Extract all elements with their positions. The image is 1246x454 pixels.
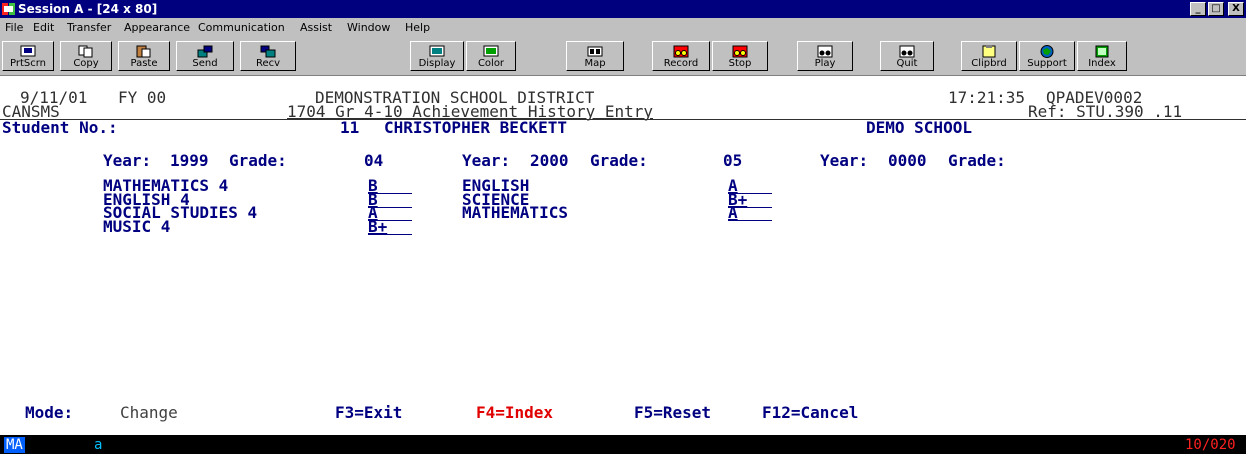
subject-col2-row3: MATHEMATICS [462,203,568,222]
fkey-f4-index[interactable]: F4=Index [476,405,553,421]
menu-edit[interactable]: Edit [33,21,54,34]
recv-label: Recv [255,58,281,69]
play-label: Play [814,58,836,69]
send-label: Send [192,58,218,69]
toolbar: PrtScrn Copy Paste Send Recv Display Col… [0,37,1246,76]
header-fiscal-year: FY 00 [118,88,167,107]
session-id: a [94,437,103,453]
print-screen-icon [20,45,36,57]
status-indicator: MA [4,437,25,453]
year3-label: Year: [820,151,869,170]
school-name: DEMO SCHOOL [866,118,972,137]
paste-icon [136,45,151,58]
student-number: 11 [340,118,360,137]
color-label: Color [477,58,505,69]
year1-value: 1999 [170,151,209,170]
grade3-label: Grade: [948,151,1006,170]
send-icon [197,45,213,58]
grade2-value: 05 [723,151,743,170]
fkey-f3-exit[interactable]: F3=Exit [335,405,402,421]
mark-col1-row4[interactable]: B+ [368,219,387,235]
prtscrn-button[interactable]: PrtScrn [2,41,54,71]
index-label: Index [1088,58,1116,69]
student-label: Student No.: [2,118,118,137]
play-icon [817,45,833,58]
support-button[interactable]: Support [1019,41,1075,71]
close-button[interactable]: X [1228,2,1244,16]
menu-bar: File Edit Transfer Appearance Communicat… [0,18,1246,37]
display-icon [429,45,445,57]
color-icon [483,45,499,57]
title-bar: Session A - [24 x 80] _ □ X [0,0,1246,18]
maximize-button[interactable]: □ [1208,2,1224,16]
window-title: Session A - [24 x 80] [18,2,158,16]
subject-col1-row4: MUSIC 4 [103,217,171,236]
year1-label: Year: [103,151,152,170]
student-name: CHRISTOPHER BECKETT [384,118,568,137]
grade1-label: Grade: [229,151,287,170]
mark-col2-row3[interactable]: A [728,205,738,221]
stop-button[interactable]: Stop [712,41,768,71]
copy-label: Copy [73,58,99,69]
prtscrn-label: PrtScrn [9,58,46,69]
recv-button[interactable]: Recv [240,41,296,71]
receive-icon [260,45,276,58]
support-icon [1040,45,1054,58]
play-button[interactable]: Play [797,41,853,71]
grade2-label: Grade: [590,151,648,170]
stop-label: Stop [728,58,752,69]
grade1-value: 04 [364,151,384,170]
year2-label: Year: [462,151,511,170]
status-bar: MA a 10/020 [0,435,1246,454]
send-button[interactable]: Send [176,41,234,71]
map-icon [587,46,603,57]
fkey-f5-reset[interactable]: F5=Reset [634,405,711,421]
display-label: Display [418,58,456,69]
index-button[interactable]: Index [1077,41,1127,71]
header-ref: Ref: STU.390 .11 [1028,102,1183,121]
display-button[interactable]: Display [410,41,464,71]
mark-underline [368,234,412,235]
fkey-f12-cancel[interactable]: F12=Cancel [762,405,858,421]
color-button[interactable]: Color [466,41,516,71]
menu-communication[interactable]: Communication [198,21,285,34]
menu-appearance[interactable]: Appearance [124,21,190,34]
map-label: Map [584,58,606,69]
copy-icon [78,45,93,58]
record-label: Record [663,58,699,69]
quit-label: Quit [896,58,918,69]
clipboard-icon [982,45,996,58]
mode-label: Mode: [25,403,74,422]
copy-button[interactable]: Copy [60,41,112,71]
header-time: 17:21:35 [948,88,1026,107]
cursor-position: 10/020 [1185,437,1236,453]
mark-underline [728,220,772,221]
clipbrd-label: Clipbrd [971,58,1007,69]
map-button[interactable]: Map [566,41,624,71]
record-button[interactable]: Record [652,41,710,71]
menu-help[interactable]: Help [405,21,430,34]
quit-icon [899,45,915,58]
menu-file[interactable]: File [5,21,23,34]
stop-icon [732,45,748,58]
menu-assist[interactable]: Assist [300,21,332,34]
app-icon[interactable] [2,3,15,15]
clipbrd-button[interactable]: Clipbrd [961,41,1017,71]
index-icon [1095,45,1109,58]
record-icon [673,45,689,58]
header-divider [0,119,1246,120]
paste-label: Paste [130,58,158,69]
support-label: Support [1027,58,1067,69]
menu-transfer[interactable]: Transfer [67,21,111,34]
paste-button[interactable]: Paste [118,41,170,71]
year3-value: 0000 [888,151,927,170]
minimize-button[interactable]: _ [1190,2,1206,16]
mode-value: Change [120,403,178,422]
year2-value: 2000 [530,151,569,170]
quit-button[interactable]: Quit [880,41,934,71]
menu-window[interactable]: Window [347,21,390,34]
terminal-screen: 9/11/01 FY 00 DEMONSTRATION SCHOOL DISTR… [0,77,1246,435]
